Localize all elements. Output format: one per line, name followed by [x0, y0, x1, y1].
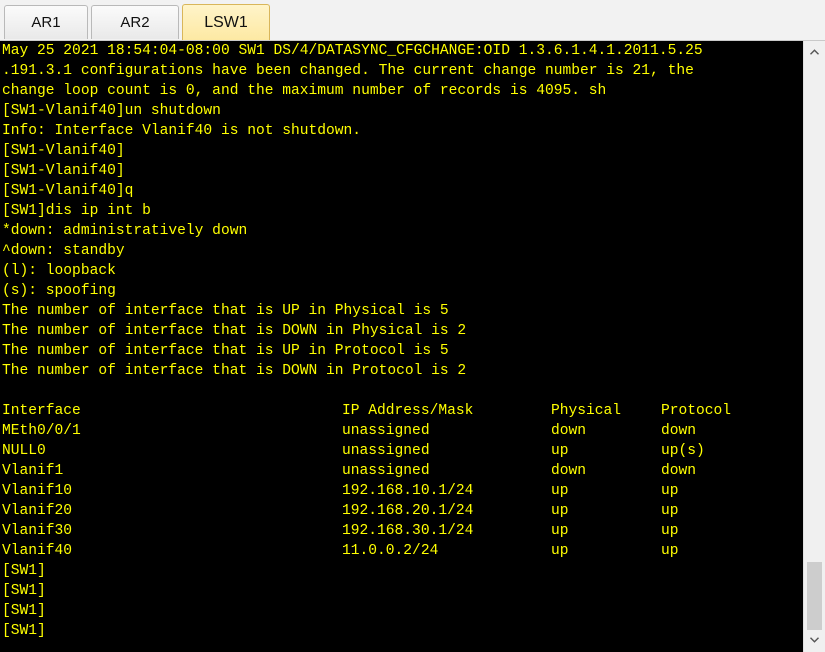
terminal-line: The number of interface that is DOWN in … — [2, 323, 467, 339]
terminal-line: [SW1]dis ip int b — [2, 203, 151, 219]
table-cell: Vlanif40 — [2, 543, 73, 559]
terminal-line: The number of interface that is UP in Ph… — [2, 303, 449, 319]
tab-ar1[interactable]: AR1 — [4, 5, 88, 39]
table-cell: unassigned — [342, 463, 430, 479]
terminal-line: ^down: standby — [2, 243, 125, 259]
terminal-prompt: [SW1] — [2, 583, 46, 599]
terminal-line: May 25 2021 18:54:04-08:00 SW1 DS/4/DATA… — [2, 43, 703, 59]
terminal-line: [SW1-Vlanif40]un shutdown — [2, 103, 221, 119]
vertical-scrollbar[interactable] — [803, 41, 825, 652]
table-cell: down — [661, 423, 697, 439]
table-cell: up — [661, 483, 679, 499]
table-cell: 11.0.0.2/24 — [342, 543, 439, 559]
tab-bar: AR1 AR2 LSW1 — [0, 0, 825, 41]
terminal-line: [SW1-Vlanif40] — [2, 143, 125, 159]
terminal-prompt[interactable]: [SW1] — [2, 621, 46, 641]
table-cell: Vlanif1 — [2, 463, 64, 479]
table-cell: up — [551, 483, 569, 499]
table-cell: Vlanif30 — [2, 523, 73, 539]
chevron-up-icon[interactable] — [804, 43, 825, 61]
terminal-line: (l): loopback — [2, 263, 116, 279]
table-cell: down — [551, 463, 587, 479]
terminal-line: The number of interface that is UP in Pr… — [2, 343, 449, 359]
table-header-physical: Physical — [551, 403, 622, 419]
table-cell: up — [661, 503, 679, 519]
table-cell: down — [661, 463, 697, 479]
table-cell: down — [551, 423, 587, 439]
table-header-ip: IP Address/Mask — [342, 403, 474, 419]
terminal-prompt: [SW1] — [2, 563, 46, 579]
scrollbar-thumb[interactable] — [807, 562, 822, 630]
tab-lsw1[interactable]: LSW1 — [182, 4, 270, 40]
table-cell: up — [551, 503, 569, 519]
table-cell: Vlanif10 — [2, 483, 73, 499]
table-header-interface: Interface — [2, 403, 81, 419]
table-cell: up — [661, 523, 679, 539]
table-cell: MEth0/0/1 — [2, 423, 81, 439]
tab-ar2[interactable]: AR2 — [91, 5, 179, 39]
terminal-line: [SW1-Vlanif40]q — [2, 183, 134, 199]
table-cell: NULL0 — [2, 443, 46, 459]
table-cell: unassigned — [342, 443, 430, 459]
terminal-line: *down: administratively down — [2, 223, 248, 239]
table-cell: Vlanif20 — [2, 503, 73, 519]
table-cell: up — [551, 543, 569, 559]
terminal-line: (s): spoofing — [2, 283, 116, 299]
table-cell: up — [551, 523, 569, 539]
table-cell: unassigned — [342, 423, 430, 439]
table-header-protocol: Protocol — [661, 403, 732, 419]
terminal-line: [SW1-Vlanif40] — [2, 163, 125, 179]
table-cell: 192.168.10.1/24 — [342, 483, 474, 499]
terminal-console[interactable]: May 25 2021 18:54:04-08:00 SW1 DS/4/DATA… — [0, 41, 803, 652]
terminal-prompt: [SW1] — [2, 603, 46, 619]
chevron-down-icon[interactable] — [804, 631, 825, 649]
table-cell: up — [551, 443, 569, 459]
table-cell: up — [661, 543, 679, 559]
terminal-line: The number of interface that is DOWN in … — [2, 363, 467, 379]
terminal-line: Info: Interface Vlanif40 is not shutdown… — [2, 123, 362, 139]
table-cell: 192.168.20.1/24 — [342, 503, 474, 519]
terminal-line: .191.3.1 configurations have been change… — [2, 63, 694, 79]
terminal-line: change loop count is 0, and the maximum … — [2, 83, 607, 99]
table-cell: up(s) — [661, 443, 705, 459]
table-cell: 192.168.30.1/24 — [342, 523, 474, 539]
